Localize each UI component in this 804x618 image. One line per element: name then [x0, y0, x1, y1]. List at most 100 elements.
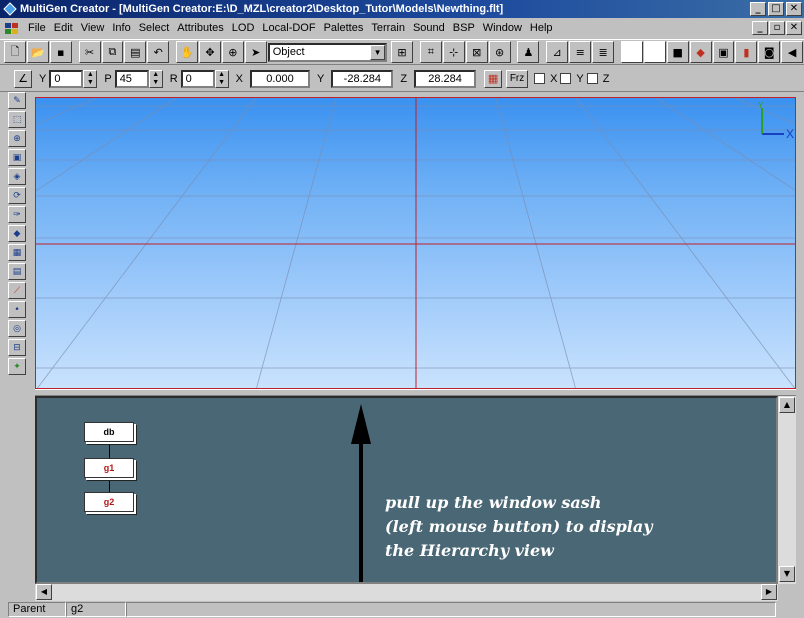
window-sash[interactable] — [35, 389, 796, 396]
title-bar[interactable]: MultiGen Creator - [MultiGen Creator:E:\… — [0, 0, 804, 18]
white-swatch-button[interactable] — [620, 41, 643, 63]
pivot-button[interactable]: ⌗ — [419, 41, 442, 63]
z-coord-field[interactable]: 28.284 — [414, 69, 477, 88]
info-button[interactable]: ▮ — [735, 41, 758, 63]
menu-edit[interactable]: Edit — [50, 19, 77, 37]
menu-terrain[interactable]: Terrain — [367, 19, 409, 37]
coord-mode-button[interactable]: ∠ — [14, 69, 32, 88]
hierarchy-view[interactable]: db g1 g2 pull up the window sash (left m… — [35, 396, 778, 584]
horizontal-scrollbar[interactable]: ◀ ▶ — [35, 584, 778, 601]
lightpoint-icon: ✦ — [13, 361, 21, 372]
menu-help[interactable]: Help — [526, 19, 557, 37]
white-swatch-button-2[interactable] — [643, 41, 666, 63]
roll-spinner[interactable]: ▲ ▼ — [214, 69, 229, 88]
sound-button[interactable]: ◀ — [781, 41, 804, 63]
scroll-down-button[interactable]: ▼ — [779, 566, 795, 582]
rotate-tool-button[interactable]: ⟳ — [8, 187, 26, 204]
graphics-view[interactable]: Y X — [35, 97, 796, 389]
menu-palettes[interactable]: Palettes — [320, 19, 368, 37]
minimize-button[interactable]: _ — [750, 2, 766, 16]
y-checkbox[interactable] — [560, 73, 572, 84]
cut-button[interactable]: ✂ — [78, 41, 101, 63]
close-button[interactable]: ✕ — [786, 2, 802, 16]
light-button[interactable]: ♟ — [517, 41, 540, 63]
attribute-tool-button[interactable]: ⊟ — [8, 339, 26, 356]
fit-button[interactable]: ⊞ — [391, 41, 413, 63]
node-g1[interactable]: g1 — [84, 458, 134, 478]
menu-attributes[interactable]: Attributes — [173, 19, 227, 37]
x-coord-field[interactable]: 0.000 — [249, 69, 310, 88]
menu-window[interactable]: Window — [479, 19, 526, 37]
shape-tool-button[interactable]: ◈ — [8, 168, 26, 185]
pitch-spinner[interactable]: ▲ ▼ — [148, 69, 163, 88]
point-tool-button[interactable]: • — [8, 301, 26, 318]
mdi-minimize-button[interactable]: _ — [752, 21, 768, 35]
scroll-left-button[interactable]: ◀ — [36, 584, 52, 600]
zoom-button[interactable]: ⊕ — [221, 41, 244, 63]
pan-button[interactable]: ✋ — [176, 41, 199, 63]
freeze-button[interactable]: Frz — [506, 69, 529, 88]
select-tool-button[interactable]: ⬚ — [8, 111, 26, 128]
texture-button[interactable]: ◆ — [689, 41, 712, 63]
annotation-line-2: (left mouse button) to display — [385, 517, 653, 536]
document-icon[interactable] — [4, 21, 20, 35]
texture-icon: ◆ — [696, 45, 705, 59]
face-tool-button[interactable]: ▣ — [8, 149, 26, 166]
maximize-button[interactable]: □ — [768, 2, 784, 16]
menu-select[interactable]: Select — [135, 19, 174, 37]
new-file-icon: 🗋 — [10, 44, 20, 58]
clipboard-icon: ▤ — [130, 45, 141, 59]
node-db[interactable]: db — [84, 422, 134, 442]
select-mode-dropdown[interactable]: Object ▼ — [267, 42, 388, 62]
line-tool-button[interactable]: ⟋ — [8, 282, 26, 299]
menu-sound[interactable]: Sound — [409, 19, 449, 37]
mdi-close-button[interactable]: ✕ — [786, 21, 802, 35]
menu-file[interactable]: File — [24, 19, 50, 37]
y-rot-label: Y — [39, 72, 47, 85]
copy-button[interactable]: ⧉ — [101, 41, 124, 63]
snap-button[interactable]: ⊹ — [442, 41, 465, 63]
y-coord-field[interactable]: -28.284 — [331, 69, 394, 88]
z-checkbox[interactable] — [586, 73, 598, 84]
scroll-right-button[interactable]: ▶ — [761, 584, 777, 600]
geometry-tool-button[interactable]: ◆ — [8, 225, 26, 242]
terrain-tool-button[interactable]: ▤ — [8, 263, 26, 280]
vertex-snap-button[interactable]: ⊛ — [488, 41, 511, 63]
xyz-button[interactable]: ≡ — [569, 41, 592, 63]
y-rot-field[interactable]: 0 — [49, 69, 84, 88]
new-file-button[interactable]: 🗋 — [4, 41, 26, 63]
modify-tool-button[interactable]: ✑ — [8, 206, 26, 223]
terrain-icon: ▤ — [12, 266, 22, 277]
roll-field[interactable]: 0 — [180, 69, 215, 88]
undo-button[interactable]: ↶ — [147, 41, 170, 63]
track-button[interactable]: ▦ — [484, 69, 503, 88]
pitch-field[interactable]: 45 — [114, 69, 149, 88]
scroll-up-button[interactable]: ▲ — [779, 397, 795, 413]
y-rot-spinner[interactable]: ▲ ▼ — [83, 69, 98, 88]
vertical-scrollbar[interactable]: ▲ ▼ — [778, 396, 796, 584]
move-button[interactable]: ✥ — [199, 41, 221, 63]
black-swatch-button[interactable]: ■ — [666, 41, 689, 63]
texture-tool-button[interactable]: ▦ — [8, 244, 26, 261]
revolve-tool-button[interactable]: ◎ — [8, 320, 26, 337]
paste-button[interactable]: ▤ — [124, 41, 147, 63]
menu-lod[interactable]: LOD — [228, 19, 259, 37]
menu-info[interactable]: Info — [108, 19, 134, 37]
node-g2[interactable]: g2 — [84, 492, 134, 512]
pointer-button[interactable]: ➤ — [244, 41, 267, 63]
zoom-tool-button[interactable]: ⊕ — [8, 130, 26, 147]
create-tool-button[interactable]: ✎ — [8, 92, 26, 109]
open-file-button[interactable]: 📂 — [26, 41, 49, 63]
save-button[interactable]: ▪ — [49, 41, 72, 63]
mdi-restore-button[interactable]: ▫ — [769, 21, 785, 35]
ortho-button[interactable]: ⊿ — [546, 41, 569, 63]
x-checkbox[interactable] — [534, 73, 546, 84]
menu-bsp[interactable]: BSP — [449, 19, 479, 37]
menu-local-dof[interactable]: Local-DOF — [258, 19, 319, 37]
sl-button[interactable]: ≣ — [592, 41, 615, 63]
material-button[interactable]: ▣ — [712, 41, 735, 63]
menu-view[interactable]: View — [77, 19, 109, 37]
picture-button[interactable]: ◙ — [758, 41, 781, 63]
light-tool-button[interactable]: ✦ — [8, 358, 26, 375]
grid-snap-button[interactable]: ⊠ — [465, 41, 488, 63]
